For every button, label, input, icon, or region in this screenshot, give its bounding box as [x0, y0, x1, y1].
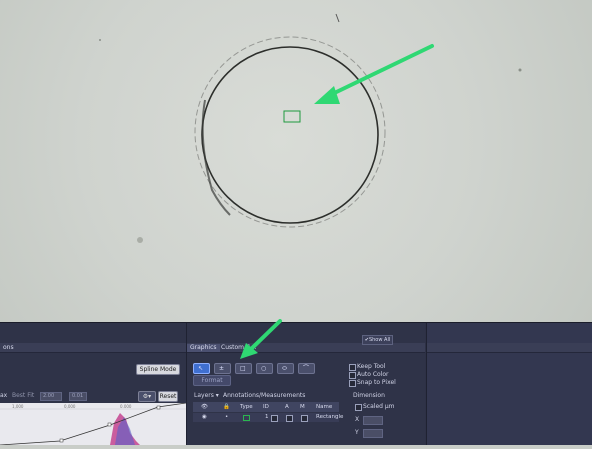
scaled-label: Scaled μm [363, 403, 395, 410]
eye-icon: 👁 [201, 404, 208, 410]
settings-dropdown-button[interactable]: ⚙▾ [138, 391, 156, 402]
chart-tick-2: 0.000 [120, 404, 132, 409]
snap-to-pixel-label: Snap to Pixel [357, 379, 396, 386]
well-circle [201, 46, 379, 224]
second-value-field[interactable]: 0.01 [69, 392, 87, 401]
empty-pane-titlebar [427, 343, 592, 353]
row-checkbox-1[interactable] [271, 415, 278, 422]
lock-icon: 🔒 [223, 404, 230, 410]
keep-tool-label: Keep Tool [357, 363, 386, 370]
col-m: M [300, 404, 305, 410]
best-fit-field[interactable]: 2.00 [40, 392, 62, 401]
y-field[interactable] [363, 429, 383, 438]
image-overlay [99, 13, 522, 243]
curve-icon: ⌒ [303, 365, 310, 372]
auto-color-label: Auto Color [357, 371, 389, 378]
tab-display[interactable]: ons [0, 344, 17, 352]
annotations-table: 👁 🔒 Type ID A M Name ◉ • 1 Rectangle [193, 402, 343, 445]
circle-tool-button[interactable]: ○ [256, 363, 273, 374]
reset-button[interactable]: Reset [158, 391, 178, 402]
row-name: Rectangle [316, 414, 344, 420]
tone-curve [0, 402, 187, 446]
best-fit-label[interactable]: Best Fit [12, 392, 34, 400]
format-button[interactable]: Format [193, 375, 231, 386]
lock-dot-icon[interactable]: • [225, 413, 228, 422]
table-header: 👁 🔒 Type ID A M Name [193, 402, 339, 412]
rectangle-icon: □ [240, 365, 246, 372]
spline-mode-button[interactable]: Spline Mode [136, 364, 180, 375]
row-checkbox-a[interactable] [286, 415, 293, 422]
panel-arrow-overlay [240, 319, 282, 359]
layers-dropdown[interactable]: Layers ▾ [194, 392, 219, 400]
chart-tick-1: 0,000 [64, 404, 76, 409]
arrow-pointer-icon: ↖ [198, 365, 204, 372]
display-pane: ons Spline Mode ax Best Fit 2.00 0.01 ⚙▾… [0, 323, 187, 446]
annotations-label: Annotations/Measurements [223, 392, 306, 399]
visible-eye-icon[interactable]: ◉ [202, 413, 207, 422]
circle-icon: ○ [261, 365, 267, 372]
ax-label: ax [0, 392, 8, 399]
col-name: Name [316, 404, 333, 410]
select-tool-button[interactable]: ↖ [193, 363, 210, 374]
col-a: A [285, 404, 289, 410]
software-panel: ons Spline Mode ax Best Fit 2.00 0.01 ⚙▾… [0, 319, 592, 446]
x-field[interactable] [363, 416, 383, 425]
x-label: X [355, 416, 360, 423]
empty-pane [426, 323, 592, 445]
show-all-toggle[interactable]: ✔Show All [362, 335, 393, 345]
snap-to-pixel-checkbox[interactable] [349, 380, 356, 387]
keep-tool-checkbox[interactable] [349, 364, 356, 371]
text-tool-icon: ± [219, 365, 225, 372]
scaled-checkbox[interactable] [355, 404, 362, 411]
tab-graphics[interactable]: Graphics [187, 344, 220, 352]
chart-tick-0: 1,000 [12, 404, 24, 409]
arrow-indicator [322, 44, 434, 100]
row-id: 1 [265, 414, 269, 420]
row-checkbox-m[interactable] [301, 415, 308, 422]
gear-icon: ⚙▾ [142, 393, 152, 400]
col-type: Type [240, 404, 253, 410]
table-row[interactable]: ◉ • 1 Rectangle [193, 413, 343, 422]
col-id: ID [263, 404, 269, 410]
histogram-curve-chart[interactable]: 1,000 0,000 0.000 [0, 402, 187, 446]
auto-color-checkbox[interactable] [349, 372, 356, 379]
dimension-label: Dimension [353, 392, 385, 399]
ellipse-tool-button[interactable]: ⬭ [277, 363, 294, 374]
rectangle-type-icon [243, 415, 250, 421]
curve-tool-button[interactable]: ⌒ [298, 363, 315, 374]
text-tool-button[interactable]: ± [214, 363, 231, 374]
microscope-image-viewport[interactable] [0, 0, 592, 322]
y-label: Y [355, 429, 359, 436]
well-outer-edge [194, 36, 386, 228]
display-pane-titlebar [0, 343, 186, 353]
rectangle-tool-button[interactable]: □ [235, 363, 252, 374]
ellipse-icon: ⬭ [282, 365, 288, 372]
roi-rectangle [283, 110, 301, 123]
